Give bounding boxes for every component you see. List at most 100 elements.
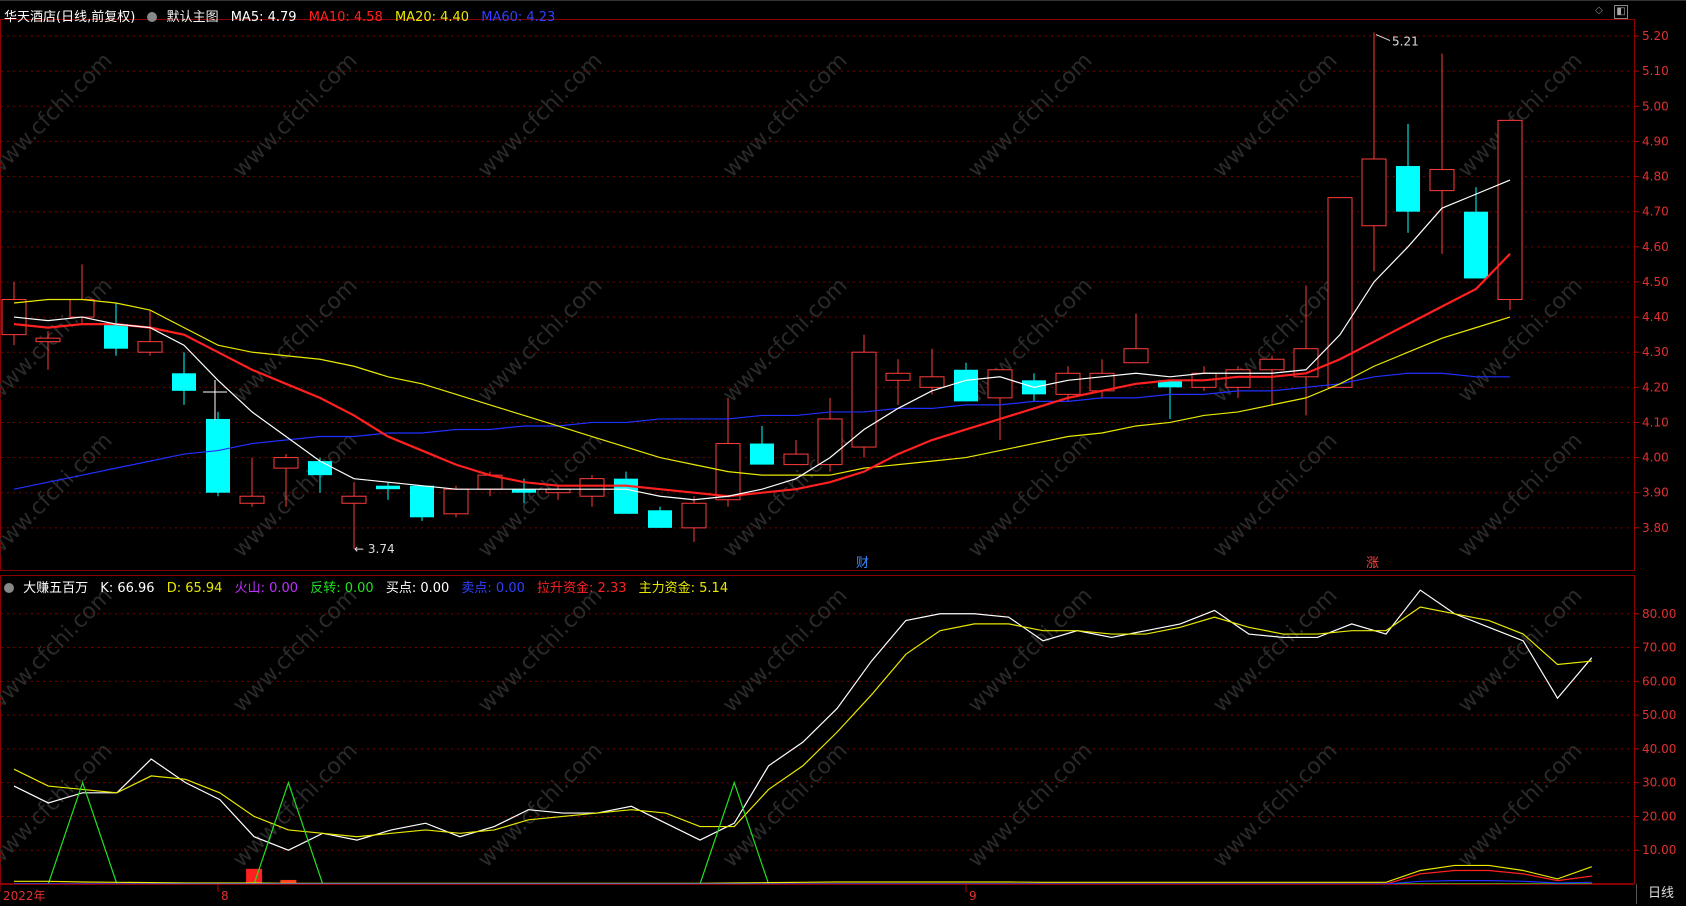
sub-y-tick-label: 10.00 xyxy=(1642,843,1676,857)
candle-body-up xyxy=(783,453,809,466)
candle xyxy=(341,482,367,549)
candle-body-down xyxy=(750,443,774,465)
panel-toggle-icon[interactable]: ◧ xyxy=(1614,5,1628,19)
candle xyxy=(376,482,400,500)
watermark-text: www.cfchi.com xyxy=(1208,583,1342,717)
candle-body-down xyxy=(1464,211,1488,279)
candle-body-up xyxy=(885,372,911,381)
candle-body-up xyxy=(443,488,469,515)
candle-body-up xyxy=(1361,158,1387,227)
candle-body-down xyxy=(954,369,978,402)
daily-period-button[interactable]: 日线 xyxy=(1636,884,1685,904)
sub-indicator-menu-icon[interactable] xyxy=(4,583,14,593)
main-y-tick-label: 3.80 xyxy=(1642,521,1669,535)
candle xyxy=(104,303,128,356)
d-label: D: 65.94 xyxy=(166,581,223,596)
candle xyxy=(410,485,434,521)
main-y-tick-label: 4.00 xyxy=(1642,451,1669,465)
candle xyxy=(750,425,774,465)
candle xyxy=(1429,53,1455,254)
ma10-label: MA10: 4.58 xyxy=(308,10,383,25)
main-y-tick-label: 4.60 xyxy=(1642,240,1669,254)
candle-body-up xyxy=(35,337,61,343)
candle-body-up xyxy=(1497,119,1523,301)
candle xyxy=(206,411,230,497)
candle-body-down xyxy=(648,510,672,528)
main-y-tick-label: 5.10 xyxy=(1642,64,1669,78)
watermark-text: www.cfchi.com xyxy=(963,48,1097,182)
watermark-text: www.cfchi.com xyxy=(1208,738,1342,872)
sub-indicator-name[interactable]: 大赚五百万 xyxy=(23,577,88,596)
candle xyxy=(1,281,27,346)
event-marker-label: 财 xyxy=(856,556,869,571)
watermark-text: www.cfchi.com xyxy=(963,583,1097,717)
candle-body-up xyxy=(851,351,877,448)
watermark-text: www.cfchi.com xyxy=(473,583,607,717)
candle-body-down xyxy=(206,418,230,493)
candle-body-up xyxy=(987,369,1013,399)
ma5-label: MA5: 4.79 xyxy=(230,10,297,25)
watermark-text: www.cfchi.com xyxy=(963,738,1097,872)
sub-y-tick-label: 60.00 xyxy=(1642,674,1676,688)
candle xyxy=(817,397,843,472)
candle-body-up xyxy=(137,341,163,353)
candle-body-up xyxy=(69,299,95,318)
candle-body-down xyxy=(308,461,332,476)
reversal-label: 反转: 0.00 xyxy=(310,581,374,596)
stock-title[interactable]: 华天酒店(日线,前复权) xyxy=(4,6,135,25)
candle-body-up xyxy=(273,457,299,469)
candle xyxy=(443,485,469,518)
main-y-tick-label: 4.50 xyxy=(1642,275,1669,289)
candle-body-down xyxy=(410,485,434,518)
main-y-tick-label: 4.80 xyxy=(1642,170,1669,184)
watermark-text: www.cfchi.com xyxy=(718,738,852,872)
candle xyxy=(172,352,196,405)
diamond-icon[interactable]: ◇ xyxy=(1593,5,1605,17)
candle xyxy=(885,359,911,405)
watermark-text: www.cfchi.com xyxy=(1453,583,1587,717)
watermark-text: www.cfchi.com xyxy=(228,738,362,872)
watermark-text: www.cfchi.com xyxy=(228,428,362,562)
watermark-text: www.cfchi.com xyxy=(0,583,118,717)
main-y-tick-label: 5.20 xyxy=(1642,29,1669,43)
candle xyxy=(851,334,877,458)
ma20-label: MA20: 4.40 xyxy=(394,10,470,25)
candle xyxy=(1396,123,1420,233)
candle xyxy=(1259,355,1285,405)
pull-funds-label: 拉升资金: 2.33 xyxy=(537,581,627,596)
high-price-label: 5.21 xyxy=(1392,35,1419,49)
watermark-text: www.cfchi.com xyxy=(718,48,852,182)
candle-body-up xyxy=(1,299,27,336)
watermark-text: www.cfchi.com xyxy=(1208,428,1342,562)
candle-body-up xyxy=(341,495,367,504)
watermark-text: www.cfchi.com xyxy=(718,273,852,407)
candle-body-up xyxy=(1429,169,1455,192)
candle xyxy=(715,397,741,507)
watermark-text: www.cfchi.com xyxy=(1453,428,1587,562)
watermark-text: www.cfchi.com xyxy=(228,583,362,717)
main-y-tick-label: 4.90 xyxy=(1642,134,1669,148)
watermark-text: www.cfchi.com xyxy=(1453,738,1587,872)
low-price-label: ← 3.74 xyxy=(354,542,395,556)
k-label: K: 66.96 xyxy=(100,581,155,596)
sub-y-tick-label: 20.00 xyxy=(1642,809,1676,823)
main-y-tick-label: 4.10 xyxy=(1642,415,1669,429)
high-pointer xyxy=(1375,34,1391,41)
candle-body-up xyxy=(919,376,945,388)
stock-chart-canvas[interactable]: 5.20 5.10 5.00 4.90 4.80 4.70 4.60 4.50 4.40 4.30… xyxy=(0,0,1686,906)
sub-y-tick-label: 40.00 xyxy=(1642,742,1676,756)
main-legend: 华天酒店(日线,前复权) 默认主图 MA5: 4.79 MA10: 4.58 M… xyxy=(4,6,563,25)
candle xyxy=(1158,380,1182,419)
candle xyxy=(1123,313,1149,364)
watermark-text: www.cfchi.com xyxy=(473,738,607,872)
main-y-tick-label: 4.70 xyxy=(1642,205,1669,219)
sub-y-tick-label: 30.00 xyxy=(1642,776,1676,790)
candle xyxy=(648,506,672,528)
candle xyxy=(1464,187,1488,279)
main-y-tick-label: 3.90 xyxy=(1642,486,1669,500)
watermark-text: www.cfchi.com xyxy=(473,48,607,182)
candle-body-up xyxy=(681,502,707,529)
indicator-name[interactable]: 默认主图 xyxy=(167,6,219,25)
indicator-menu-icon[interactable] xyxy=(147,12,158,22)
sub-y-tick-label: 80.00 xyxy=(1642,607,1676,621)
